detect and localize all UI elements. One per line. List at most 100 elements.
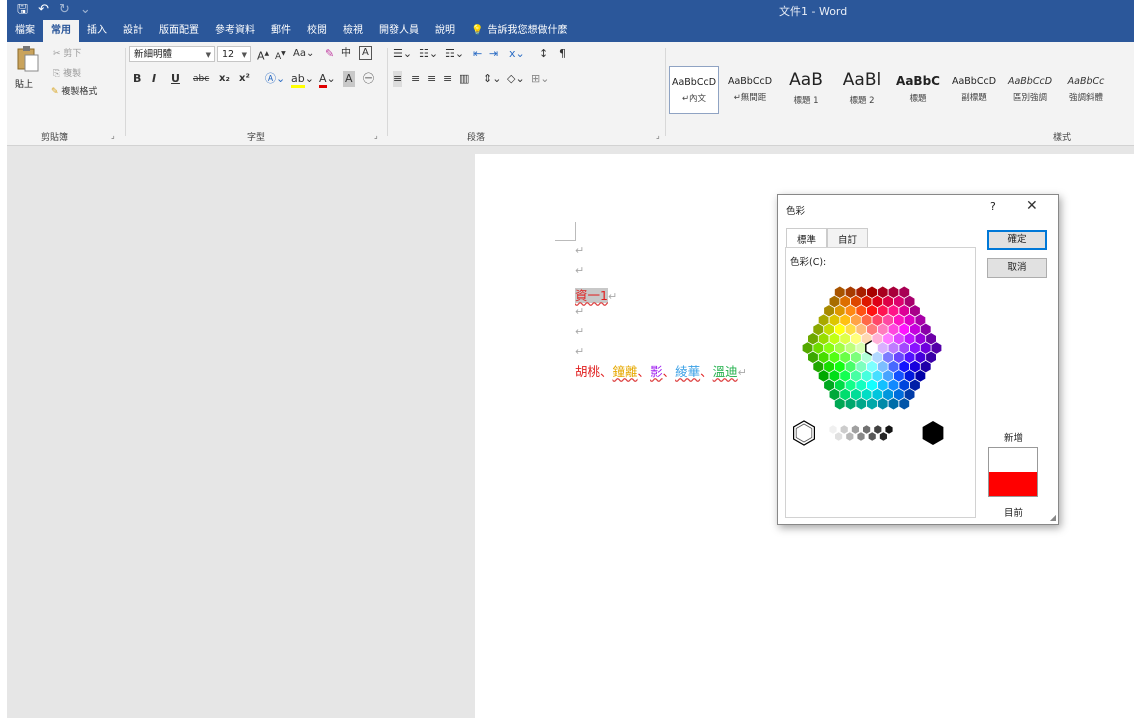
qat-customize-icon[interactable]: ⌄ (80, 0, 91, 20)
subscript-button[interactable]: x₂ (219, 71, 230, 87)
highlight-icon[interactable]: ab⌄ (291, 71, 314, 88)
font-size-select[interactable]: 12 ▼ (217, 46, 251, 62)
grey-hex-cell[interactable] (857, 432, 865, 441)
cut-button[interactable]: ✂ 剪下 (53, 46, 81, 59)
line-spacing-icon[interactable]: ⇕⌄ (483, 71, 501, 87)
tab-0[interactable]: 檔案 (7, 20, 43, 42)
grey-hex-cell[interactable] (851, 425, 859, 434)
tab-standard[interactable]: 標準 (786, 228, 828, 249)
redo-icon[interactable]: ↻ (59, 0, 70, 20)
shrink-font-button[interactable]: A▼ (275, 46, 286, 65)
word-window: 🖫 ↶ ↻ ⌄ 文件1 - Word 檔案 常用 插入 設計 版面配置 參考資料 郵件 校閱檢… (7, 0, 1134, 718)
char-shading-icon[interactable]: A (343, 71, 355, 87)
style-item[interactable]: AaBbCc 強調斜體 (1061, 66, 1111, 114)
tab-1[interactable]: 常用 (43, 20, 79, 42)
color-honeycomb[interactable] (786, 268, 975, 428)
styles-gallery: AaBbCcD ↵內文 AaBbCcD ↵無間距 AaB 標題 1 AaBl 標題 2 AaBb… (669, 66, 1117, 114)
tab-3[interactable]: 設計 (115, 20, 151, 42)
grey-hex-cell[interactable] (846, 432, 854, 441)
paste-icon (17, 46, 39, 72)
sort-icon[interactable]: ↕ (539, 46, 548, 62)
style-item[interactable]: AaBl 標題 2 (837, 66, 887, 114)
paragraph-mark: ↵ (575, 305, 585, 318)
tab-4[interactable]: 版面配置 (151, 20, 207, 42)
format-painter-button[interactable]: ✎ 複製格式 (51, 84, 97, 97)
font-color-icon[interactable]: A⌄ (319, 71, 336, 88)
help-button[interactable]: ? (990, 200, 996, 213)
grey-hex-cell[interactable] (829, 425, 837, 434)
phonetic-guide-button[interactable]: 中 (341, 46, 351, 62)
bullets-icon[interactable]: ☰⌄ (393, 46, 412, 62)
shading-icon[interactable]: ◇⌄ (507, 71, 525, 87)
numbering-icon[interactable]: ☷⌄ (419, 46, 438, 62)
greyscale-row[interactable] (786, 413, 975, 453)
style-item[interactable]: AaB 標題 1 (781, 66, 831, 114)
grey-hex-cell[interactable] (835, 432, 843, 441)
distributed-icon[interactable]: ▥ (459, 71, 469, 87)
change-case-button[interactable]: Aa⌄ (293, 46, 314, 62)
multilevel-list-icon[interactable]: ☶⌄ (445, 46, 464, 62)
document-line-colored-names[interactable]: 胡桃、鐘離、影、綾華、溫迪↵ (575, 361, 747, 380)
paste-button[interactable]: 貼上 (15, 46, 45, 92)
style-item[interactable]: AaBbCcD 副標題 (949, 66, 999, 114)
tab-9[interactable]: 開發人員 (371, 20, 427, 42)
enclose-char-icon[interactable]: ㊀ (363, 71, 374, 87)
grey-hex-cell[interactable] (885, 425, 893, 434)
justify-icon[interactable]: ≡ (443, 71, 452, 87)
undo-icon[interactable]: ↶ (38, 0, 49, 20)
underline-button[interactable]: U (171, 71, 180, 87)
font-launcher-icon[interactable]: ⌟ (374, 131, 378, 140)
tab-6[interactable]: 郵件 (263, 20, 299, 42)
align-left-icon[interactable]: ≡ (393, 71, 403, 87)
tell-me-label: 告訴我您想做什麼 (487, 25, 568, 36)
grey-hex-cell[interactable] (868, 432, 876, 441)
tab-5[interactable]: 參考資料 (207, 20, 263, 42)
grey-hex-cell[interactable] (879, 432, 887, 441)
black-hex[interactable] (922, 421, 944, 445)
italic-button[interactable]: I (152, 71, 156, 87)
grey-hex-cell[interactable] (840, 425, 848, 434)
tell-me-search[interactable]: 💡 告訴我您想做什麼 (463, 20, 575, 42)
style-item[interactable]: AaBbCcD 區別強調 (1005, 66, 1055, 114)
resize-grip-icon[interactable]: ◢ (1050, 513, 1056, 522)
superscript-icon: x² (239, 73, 250, 84)
superscript-button[interactable]: x² (239, 71, 250, 87)
text-effects-icon[interactable]: Ⓐ⌄ (265, 71, 285, 87)
tab-7[interactable]: 校閱 (299, 20, 335, 42)
style-item[interactable]: AaBbCcD ↵無間距 (725, 66, 775, 114)
grey-hex-cell[interactable] (863, 425, 871, 434)
white-hex[interactable] (792, 420, 815, 446)
color-hex-cell[interactable] (930, 341, 942, 355)
ribbon-tabs: 檔案 常用 插入 設計 版面配置 參考資料 郵件 校閱 檢視 開發人員 說明 💡 告訴我您想做什麼 (7, 20, 575, 42)
clipboard-launcher-icon[interactable]: ⌟ (111, 131, 115, 140)
borders-icon[interactable]: ⊞⌄ (531, 71, 549, 87)
grey-hex-cell[interactable] (874, 425, 882, 434)
increase-indent-icon[interactable]: ⇥ (489, 46, 498, 62)
decrease-indent-icon[interactable]: ⇤ (473, 46, 482, 62)
cancel-button[interactable]: 取消 (987, 258, 1047, 278)
strikethrough-button[interactable]: abc (193, 71, 209, 87)
align-right-icon[interactable]: ≡ (427, 71, 436, 87)
close-icon[interactable]: ✕ (1026, 198, 1038, 214)
tab-10[interactable]: 說明 (427, 20, 463, 42)
ok-button[interactable]: 確定 (987, 230, 1047, 250)
align-center-icon[interactable]: ≡ (411, 71, 420, 87)
document-line-selected[interactable]: 資一1↵ (575, 285, 617, 304)
grow-font-button[interactable]: A▲ (257, 46, 269, 65)
paragraph-launcher-icon[interactable]: ⌟ (656, 131, 660, 140)
tab-2[interactable]: 插入 (79, 20, 115, 42)
char-border-icon[interactable]: A (359, 46, 372, 60)
show-marks-icon[interactable]: ¶ (559, 46, 566, 62)
style-item[interactable]: AaBbCcD ↵內文 (669, 66, 719, 114)
tab-custom[interactable]: 自訂 (827, 228, 869, 249)
selected-text[interactable]: 資一1 (575, 288, 608, 303)
save-icon[interactable]: 🖫 (17, 0, 28, 20)
clear-format-icon[interactable]: ✎ (325, 46, 334, 62)
tab-8[interactable]: 檢視 (335, 20, 371, 42)
bold-button[interactable]: B (133, 71, 141, 87)
copy-button[interactable]: ⎘ 複製 (53, 66, 81, 79)
font-name-select[interactable]: 新細明體 ▼ (129, 46, 215, 62)
style-item[interactable]: AaBbC 標題 (893, 66, 943, 114)
chinese-layout-icon[interactable]: ⅹ⌄ (509, 46, 525, 62)
phonetic-guide-icon: 中 (341, 48, 351, 59)
